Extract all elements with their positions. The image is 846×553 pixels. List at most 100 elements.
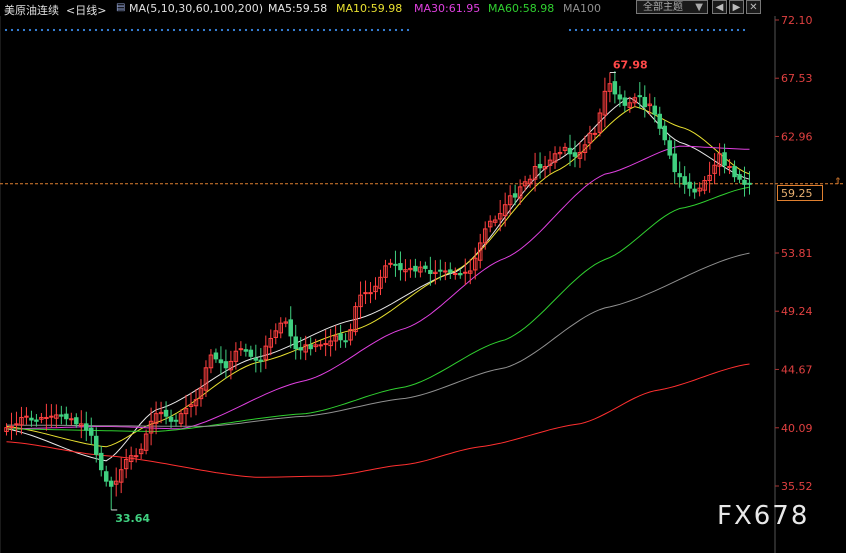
separator-dot xyxy=(316,28,320,32)
ma-line-ma10 xyxy=(6,106,750,448)
ma-line-ma100 xyxy=(6,252,750,427)
separator-dot xyxy=(70,28,74,32)
candle-body xyxy=(258,359,264,362)
candle-body xyxy=(74,417,79,425)
candle-body xyxy=(463,271,468,274)
separator-dot xyxy=(592,28,596,32)
separator-dot xyxy=(406,28,410,32)
candle-body xyxy=(672,153,677,173)
separator-dot xyxy=(388,28,392,32)
separator-dot xyxy=(148,28,152,32)
separator-dot xyxy=(580,28,584,32)
separator-dot xyxy=(106,28,110,32)
separator-dot xyxy=(682,28,686,32)
separator-dot xyxy=(352,28,356,32)
separator-dot xyxy=(208,28,212,32)
candle-body xyxy=(747,182,752,185)
candle-body xyxy=(667,140,672,156)
candle-body xyxy=(652,105,658,115)
candle-body xyxy=(458,273,463,276)
price-flag-icon: ⇑ xyxy=(834,177,842,187)
separator-dot xyxy=(166,28,170,32)
current-price-label: 59.25 xyxy=(777,185,823,201)
separator-dot xyxy=(700,28,704,32)
separator-dot xyxy=(130,28,134,32)
separator-dot xyxy=(10,28,14,32)
separator-dot xyxy=(94,28,98,32)
separator-dot xyxy=(736,28,740,32)
candle-body xyxy=(293,336,298,350)
separator-dot xyxy=(376,28,380,32)
separator-dot xyxy=(616,28,620,32)
candle-body xyxy=(572,152,578,157)
separator-dot xyxy=(256,28,260,32)
candle-body xyxy=(567,147,573,155)
separator-dot xyxy=(652,28,656,32)
separator-dot xyxy=(58,28,62,32)
separator-dot xyxy=(214,28,218,32)
candle-body xyxy=(393,263,398,266)
separator-dot xyxy=(670,28,674,32)
candle-body xyxy=(398,263,403,271)
separator-dot xyxy=(364,28,368,32)
separator-dot xyxy=(124,28,128,32)
candle-body xyxy=(363,292,368,295)
ma-line-ma30 xyxy=(6,145,750,430)
separator-dot xyxy=(220,28,224,32)
separator-dot xyxy=(640,28,644,32)
candle-body xyxy=(133,455,139,458)
separator-dot xyxy=(586,28,590,32)
separator-dot xyxy=(88,28,92,32)
ma-line-ma60 xyxy=(6,186,750,433)
separator-dot xyxy=(190,28,194,32)
candle-body xyxy=(732,166,737,178)
candle-body xyxy=(537,163,543,169)
candle-body xyxy=(727,166,732,169)
candle-body xyxy=(243,349,249,352)
separator-dot xyxy=(304,28,308,32)
candle-body xyxy=(64,413,69,420)
separator-dot xyxy=(238,28,242,32)
separator-dot xyxy=(112,28,116,32)
separator-dot xyxy=(286,28,290,32)
candle-body xyxy=(622,97,628,106)
separator-dot xyxy=(268,28,272,32)
separator-dot xyxy=(628,28,632,32)
candle-body xyxy=(388,262,393,265)
candle-body xyxy=(168,416,174,422)
candle-body xyxy=(737,174,742,180)
candle-body xyxy=(98,452,104,471)
y-tick-label: 44.67 xyxy=(781,363,813,376)
separator-dot xyxy=(244,28,248,32)
candle-body xyxy=(423,265,428,269)
candle-body xyxy=(682,176,687,185)
candle-body xyxy=(248,349,254,357)
candle-body xyxy=(89,427,94,436)
separator-dot xyxy=(292,28,296,32)
separator-dot xyxy=(64,28,68,32)
candle-body xyxy=(238,348,244,351)
candle-body xyxy=(512,193,518,198)
separator-dot xyxy=(724,28,728,32)
candle-body xyxy=(94,435,99,455)
separator-dot xyxy=(382,28,386,32)
separator-dot xyxy=(604,28,608,32)
separator-dot xyxy=(262,28,266,32)
separator-dot xyxy=(28,28,32,32)
separator-dot xyxy=(82,28,86,32)
separator-dot xyxy=(196,28,200,32)
candle-body xyxy=(298,347,303,351)
separator-dot xyxy=(646,28,650,32)
separator-dot xyxy=(676,28,680,32)
separator-dot xyxy=(76,28,80,32)
separator-dot xyxy=(598,28,602,32)
y-tick-label: 72.10 xyxy=(781,14,813,27)
candle-body xyxy=(438,269,443,272)
separator-dot xyxy=(172,28,176,32)
separator-dot xyxy=(634,28,638,32)
candle-body xyxy=(338,333,343,341)
separator-dot xyxy=(742,28,746,32)
y-tick-label: 53.81 xyxy=(781,247,813,260)
watermark-logo: FX678 xyxy=(717,501,810,531)
candle-body xyxy=(34,419,39,422)
